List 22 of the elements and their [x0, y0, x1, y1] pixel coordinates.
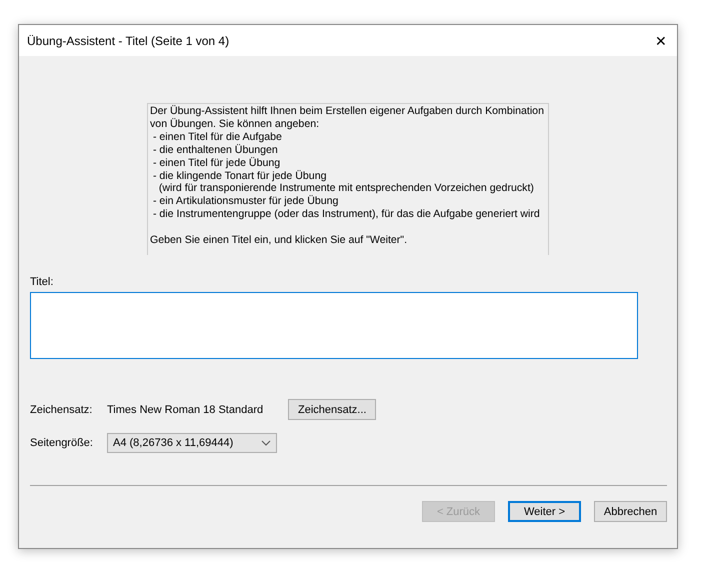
- info-line: - die Instrumentengruppe (oder das Instrument), für das die Aufgabe generiert wird: [152, 208, 541, 222]
- info-line: - einen Titel für jede Übung: [152, 156, 282, 170]
- field-label: Seitengröße:: [30, 437, 94, 449]
- page-size-dropdown[interactable]: A4 (8,26736 x 11,69444): [107, 433, 277, 453]
- info-line: - die klingende Tonart für jede Übung: [152, 170, 328, 182]
- font-button[interactable]: Zeichensatz...: [288, 399, 376, 420]
- title-field[interactable]: [30, 292, 638, 359]
- font-value: Times New Roman 18 Standard: [107, 404, 264, 416]
- info-line: - die enthaltenen Übungen: [152, 144, 279, 157]
- info-line: - ein Artikulationsmuster für jede Übung: [152, 195, 340, 208]
- info-line: (wird für transponierende Instrumente mit entsprechenden Vorzeichen gedruckt): [158, 182, 535, 195]
- field-label: Zeichensatz:: [30, 404, 94, 416]
- dialog-button[interactable]: Abbrechen: [594, 501, 667, 522]
- info-line: Geben Sie einen Titel ein, und klicken Sie auf "Weiter".: [150, 234, 408, 247]
- info-line: Der Übung-Assistent hilft Ihnen beim Erstellen eigener Aufgaben durch Kombination: [150, 105, 545, 118]
- dialog-button[interactable]: Weiter >: [508, 501, 581, 522]
- field-label: Titel:: [30, 276, 54, 288]
- close-icon[interactable]: ✕: [655, 32, 667, 48]
- info-line: von Übungen. Sie können angeben:: [150, 118, 320, 131]
- chevron-down-icon: [261, 440, 271, 446]
- info-line: - einen Titel für die Aufgabe: [152, 130, 283, 144]
- window-title: Übung-Assistent - Titel (Seite 1 von 4): [27, 34, 230, 48]
